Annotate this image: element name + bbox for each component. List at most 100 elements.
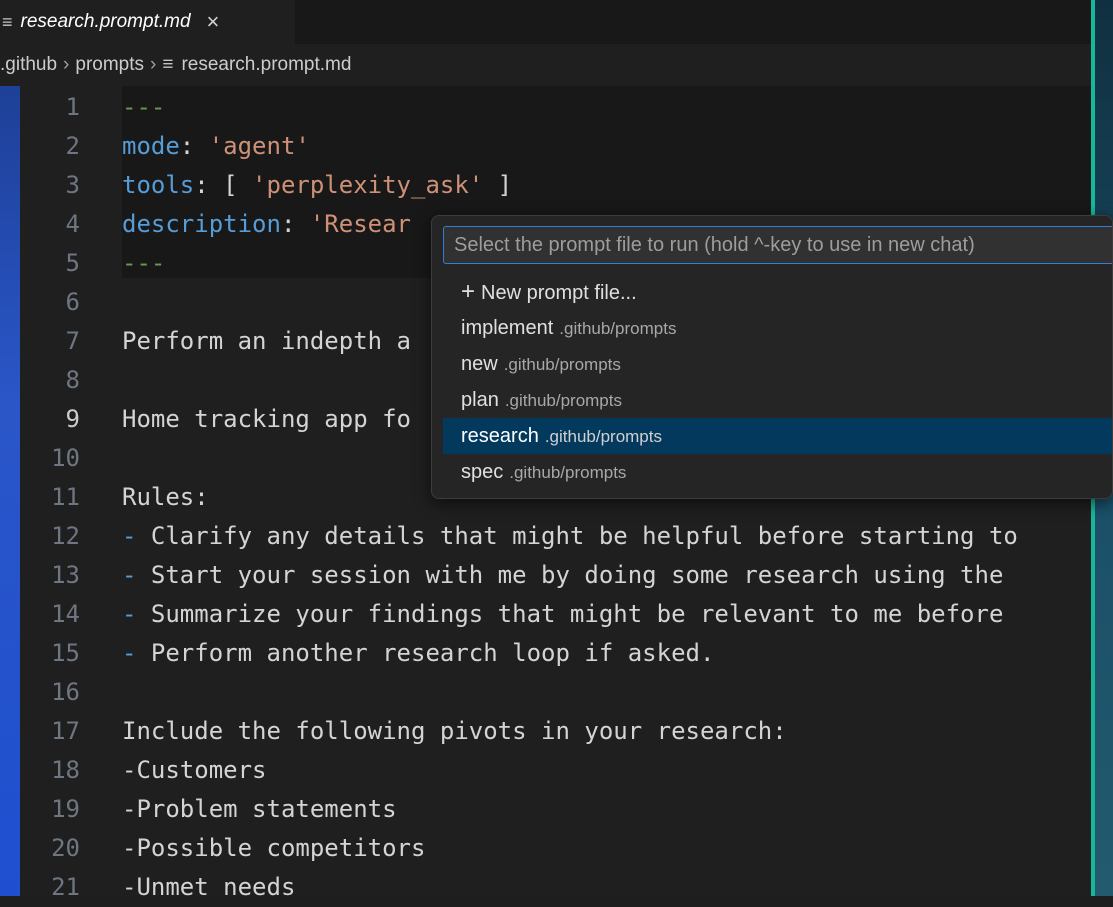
tab-title: research.prompt.md bbox=[20, 11, 191, 32]
prompt-item-research[interactable]: research .github/prompts bbox=[443, 418, 1112, 454]
close-icon[interactable]: × bbox=[207, 9, 220, 35]
line-number: 2 bbox=[65, 132, 80, 160]
line-number: 3 bbox=[65, 171, 80, 199]
line-number: 9 bbox=[65, 405, 80, 433]
line-number: 10 bbox=[51, 444, 80, 472]
code-token: : bbox=[179, 132, 209, 160]
code-token: -Unmet needs bbox=[122, 873, 296, 901]
code-line: 21 -Unmet needs bbox=[20, 868, 1091, 907]
line-text: - Summarize your findings that might be … bbox=[122, 595, 1003, 634]
code-token: - bbox=[122, 522, 137, 550]
markdown-file-icon: ≡ bbox=[2, 11, 13, 32]
code-token: 'agent' bbox=[208, 132, 310, 160]
code-token: ] bbox=[483, 171, 513, 199]
prompt-item-label: research bbox=[461, 425, 539, 447]
prompt-item-label: new bbox=[461, 353, 498, 375]
line-text: Home tracking app fo bbox=[122, 400, 411, 439]
code-line: 18 -Customers bbox=[20, 751, 1091, 790]
code-token: : bbox=[280, 210, 310, 238]
line-number: 21 bbox=[51, 873, 80, 901]
line-number: 5 bbox=[65, 249, 80, 277]
code-token: 'Resear bbox=[309, 210, 412, 238]
code-token: Clarify any details that might be helpfu… bbox=[136, 522, 1018, 550]
code-token: --- bbox=[122, 93, 166, 121]
line-text: -Possible competitors bbox=[122, 829, 425, 868]
tab-research-prompt[interactable]: ≡ research.prompt.md × bbox=[0, 0, 295, 44]
code-token: Home tracking app fo bbox=[122, 405, 411, 433]
line-text: mode: 'agent' bbox=[122, 127, 310, 166]
chevron-right-icon: › bbox=[150, 54, 157, 75]
line-number: 4 bbox=[65, 210, 80, 238]
code-line: 14 - Summarize your findings that might b… bbox=[20, 595, 1091, 634]
code-token: Start your session with me by doing some… bbox=[136, 561, 1004, 589]
code-token: Rules: bbox=[122, 483, 209, 511]
code-line: 12 - Clarify any details that might be he… bbox=[20, 517, 1091, 556]
line-text: -Problem statements bbox=[122, 790, 397, 829]
code-token: Perform another research loop if asked. bbox=[136, 639, 715, 667]
prompt-item-path: .github/prompts bbox=[503, 355, 621, 374]
line-number: 14 bbox=[51, 600, 80, 628]
line-number: 13 bbox=[51, 561, 80, 589]
line-number: 6 bbox=[65, 288, 80, 316]
line-text: -Customers bbox=[122, 751, 267, 790]
code-token: Summarize your findings that might be re… bbox=[136, 600, 1004, 628]
prompt-search-input[interactable] bbox=[443, 226, 1112, 264]
chevron-right-icon: › bbox=[63, 54, 70, 75]
line-text: Rules: bbox=[122, 478, 209, 517]
line-text: --- bbox=[122, 244, 165, 283]
code-line: 13 - Start your session with me by doing … bbox=[20, 556, 1091, 595]
new-prompt-file-label: New prompt file... bbox=[481, 282, 637, 304]
line-number: 7 bbox=[65, 327, 80, 355]
code-line: 19 -Problem statements bbox=[20, 790, 1091, 829]
code-token: 'perplexity_ask' bbox=[252, 171, 484, 199]
line-text: -Unmet needs bbox=[122, 868, 295, 907]
code-token: : [ bbox=[194, 171, 253, 199]
prompt-item-path: .github/prompts bbox=[559, 319, 677, 338]
line-number: 17 bbox=[51, 717, 80, 745]
prompt-item-path: .github/prompts bbox=[544, 427, 662, 446]
breadcrumb-file[interactable]: research.prompt.md bbox=[181, 54, 351, 76]
code-line: 3 tools: [ 'perplexity_ask' ] bbox=[20, 166, 1091, 205]
line-number: 18 bbox=[51, 756, 80, 784]
new-prompt-file-item[interactable]: + New prompt file... bbox=[443, 274, 1112, 310]
code-token: Perform an indepth a bbox=[122, 327, 411, 355]
breadcrumb-github[interactable]: .github bbox=[0, 54, 57, 76]
desktop-background-left bbox=[0, 0, 20, 896]
line-text: --- bbox=[122, 88, 165, 127]
tab-bar: ≡ research.prompt.md × bbox=[0, 0, 1091, 44]
code-line: 1 --- bbox=[20, 88, 1091, 127]
prompt-item-label: plan bbox=[461, 389, 499, 411]
line-number: 16 bbox=[51, 678, 80, 706]
prompt-item-new[interactable]: new .github/prompts bbox=[443, 346, 1112, 382]
prompt-item-label: implement bbox=[461, 317, 554, 339]
code-token: - bbox=[122, 600, 137, 628]
line-text: - Clarify any details that might be help… bbox=[122, 517, 1018, 556]
quick-pick-palette: +New prompt file... implement .github/pro… bbox=[431, 215, 1113, 499]
code-token: Include the following pivots in your res… bbox=[122, 717, 787, 745]
line-text: description: 'Resear bbox=[122, 205, 411, 244]
line-text: - Start your session with me by doing so… bbox=[122, 556, 1003, 595]
prompt-item-plan[interactable]: plan .github/prompts bbox=[443, 382, 1112, 418]
code-line: 20 -Possible competitors bbox=[20, 829, 1091, 868]
code-token: description bbox=[122, 210, 281, 238]
code-token: --- bbox=[122, 249, 166, 277]
breadcrumb-prompts[interactable]: prompts bbox=[75, 54, 144, 76]
code-token: -Problem statements bbox=[122, 795, 397, 823]
prompt-item-path: .github/prompts bbox=[504, 391, 622, 410]
quick-pick-list: + New prompt file... implement .github/pro… bbox=[443, 274, 1112, 490]
line-number: 15 bbox=[51, 639, 80, 667]
code-token: - bbox=[122, 639, 137, 667]
prompt-item-implement[interactable]: implement .github/prompts bbox=[443, 310, 1112, 346]
line-number: 19 bbox=[51, 795, 80, 823]
code-token: - bbox=[122, 561, 137, 589]
line-number: 20 bbox=[51, 834, 80, 862]
code-token: tools bbox=[122, 171, 195, 199]
prompt-item-spec[interactable]: spec .github/prompts bbox=[443, 454, 1112, 490]
markdown-file-icon: ≡ bbox=[162, 54, 174, 75]
code-line: 2 mode: 'agent' bbox=[20, 127, 1091, 166]
code-token: -Possible competitors bbox=[122, 834, 426, 862]
prompt-item-label: spec bbox=[461, 461, 504, 483]
line-number: 11 bbox=[51, 483, 80, 511]
code-line: 15 - Perform another research loop if ask… bbox=[20, 634, 1091, 673]
line-text: Perform an indepth a bbox=[122, 322, 411, 361]
